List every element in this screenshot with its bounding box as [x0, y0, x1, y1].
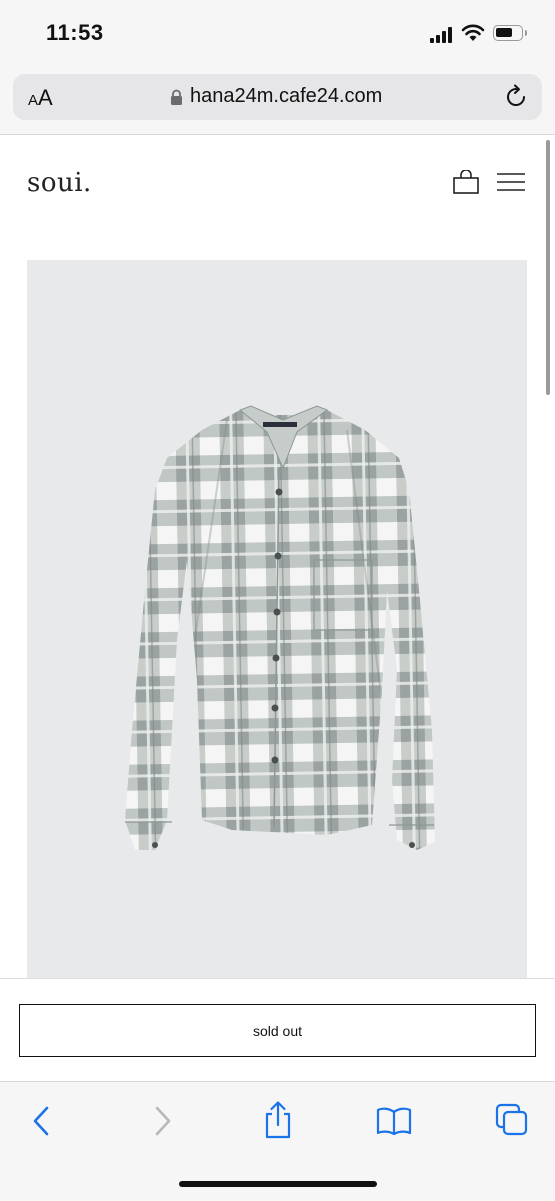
bookmarks-icon[interactable] — [376, 1106, 412, 1136]
battery-level — [496, 28, 512, 37]
text-size-small-label: A — [28, 92, 39, 109]
page-scrollbar[interactable] — [546, 140, 550, 395]
reload-icon[interactable] — [504, 83, 530, 111]
plaid-shirt-photo — [125, 405, 435, 850]
share-icon[interactable] — [262, 1100, 294, 1140]
wifi-icon — [461, 24, 485, 41]
cellular-signal-icon — [430, 27, 456, 43]
sold-out-button[interactable]: sold out — [19, 1004, 536, 1057]
status-bar: 11:53 — [0, 0, 555, 66]
forward-chevron-icon[interactable] — [150, 1104, 174, 1138]
purchase-bar: sold out — [0, 978, 555, 1082]
site-logo[interactable]: soui. — [27, 168, 92, 198]
browser-address-area: AA hana24m.cafe24.com — [0, 66, 555, 135]
battery-tip — [525, 30, 527, 36]
text-size-button[interactable]: AA — [28, 85, 53, 111]
address-bar[interactable]: AA hana24m.cafe24.com — [13, 74, 542, 120]
back-chevron-icon[interactable] — [30, 1104, 54, 1138]
tabs-icon[interactable] — [495, 1103, 529, 1137]
hamburger-menu-icon[interactable] — [496, 172, 526, 194]
url-text[interactable]: hana24m.cafe24.com — [190, 85, 382, 108]
lock-icon — [171, 89, 182, 105]
text-size-large-label: A — [38, 85, 53, 110]
shopping-bag-icon[interactable] — [452, 170, 480, 194]
status-time: 11:53 — [46, 20, 104, 45]
battery-icon — [493, 25, 523, 41]
product-image[interactable] — [27, 260, 527, 980]
home-indicator[interactable] — [179, 1181, 377, 1187]
